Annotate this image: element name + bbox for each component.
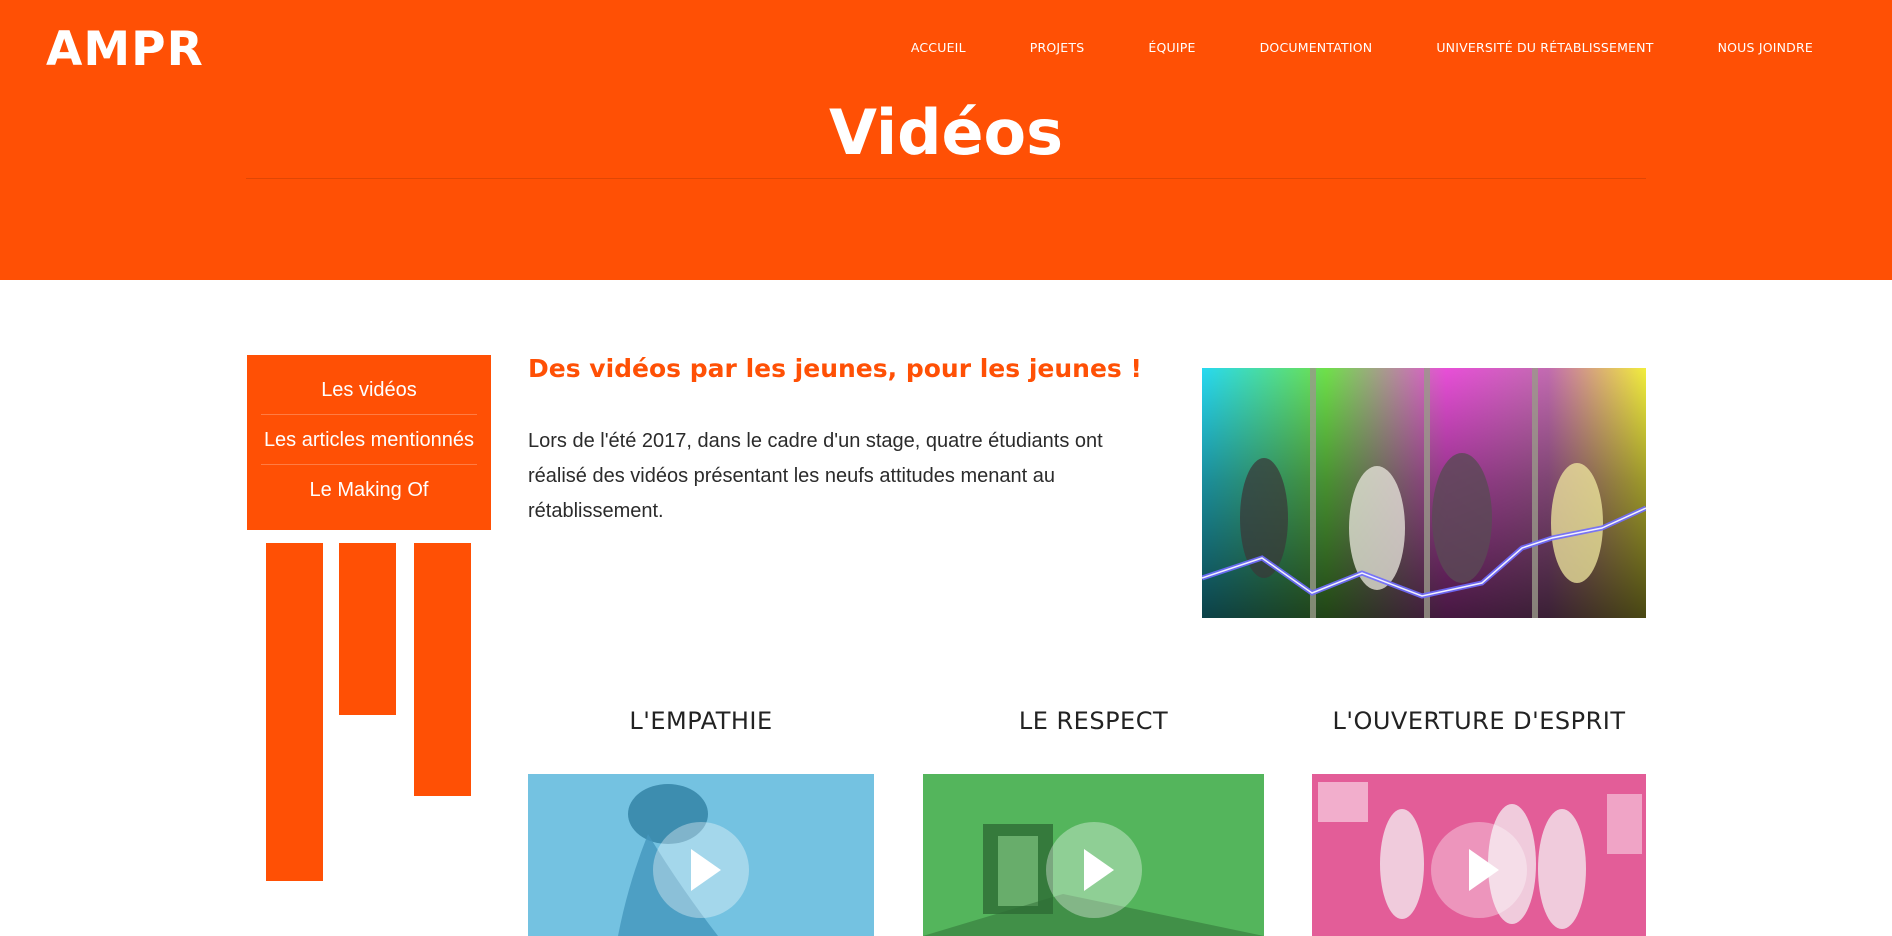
decorative-bar-middle [339, 543, 396, 715]
nav-nous-joindre[interactable]: NOUS JOINDRE [1718, 40, 1813, 55]
nav-accueil[interactable]: ACCUEIL [911, 40, 966, 55]
page-title: Vidéos [828, 96, 1064, 169]
site-logo[interactable]: AMPR [46, 22, 204, 77]
intro-heading: Des vidéos par les jeunes, pour les jeun… [528, 354, 1142, 383]
nav-documentation[interactable]: DOCUMENTATION [1260, 40, 1373, 55]
main-nav: ACCUEIL PROJETS ÉQUIPE DOCUMENTATION UNI… [847, 40, 1813, 55]
nav-equipe[interactable]: ÉQUIPE [1148, 40, 1195, 55]
play-icon[interactable] [1045, 822, 1142, 918]
video-thumbnail-ouverture[interactable] [1312, 774, 1646, 936]
nav-projets[interactable]: PROJETS [1030, 40, 1085, 55]
decorative-bar-right [414, 543, 471, 796]
video-title-ouverture: L'OUVERTURE D'ESPRIT [1332, 707, 1626, 735]
decorative-bar-left [266, 543, 323, 881]
video-title-respect: LE RESPECT [1018, 707, 1169, 735]
sidebar-item-videos[interactable]: Les vidéos [261, 365, 477, 415]
play-icon[interactable] [653, 822, 749, 918]
title-divider [246, 178, 1646, 179]
featured-image-art [1202, 368, 1646, 618]
video-thumbnail-empathie[interactable] [528, 774, 874, 936]
intro-text: Lors de l'été 2017, dans le cadre d'un s… [528, 430, 1103, 522]
video-thumbnail-respect[interactable] [923, 774, 1264, 936]
sidebar-item-making-of[interactable]: Le Making Of [261, 465, 477, 515]
nav-universite[interactable]: UNIVERSITÉ DU RÉTABLISSEMENT [1436, 40, 1653, 55]
sidebar-item-articles[interactable]: Les articles mentionnés [261, 415, 477, 465]
sidebar-menu: Les vidéos Les articles mentionnés Le Ma… [247, 355, 491, 530]
featured-image [1202, 368, 1646, 618]
video-title-empathie: L'EMPATHIE [629, 707, 773, 735]
page-hero: AMPR ACCUEIL PROJETS ÉQUIPE DOCUMENTATIO… [0, 0, 1892, 280]
play-icon[interactable] [1431, 822, 1527, 918]
